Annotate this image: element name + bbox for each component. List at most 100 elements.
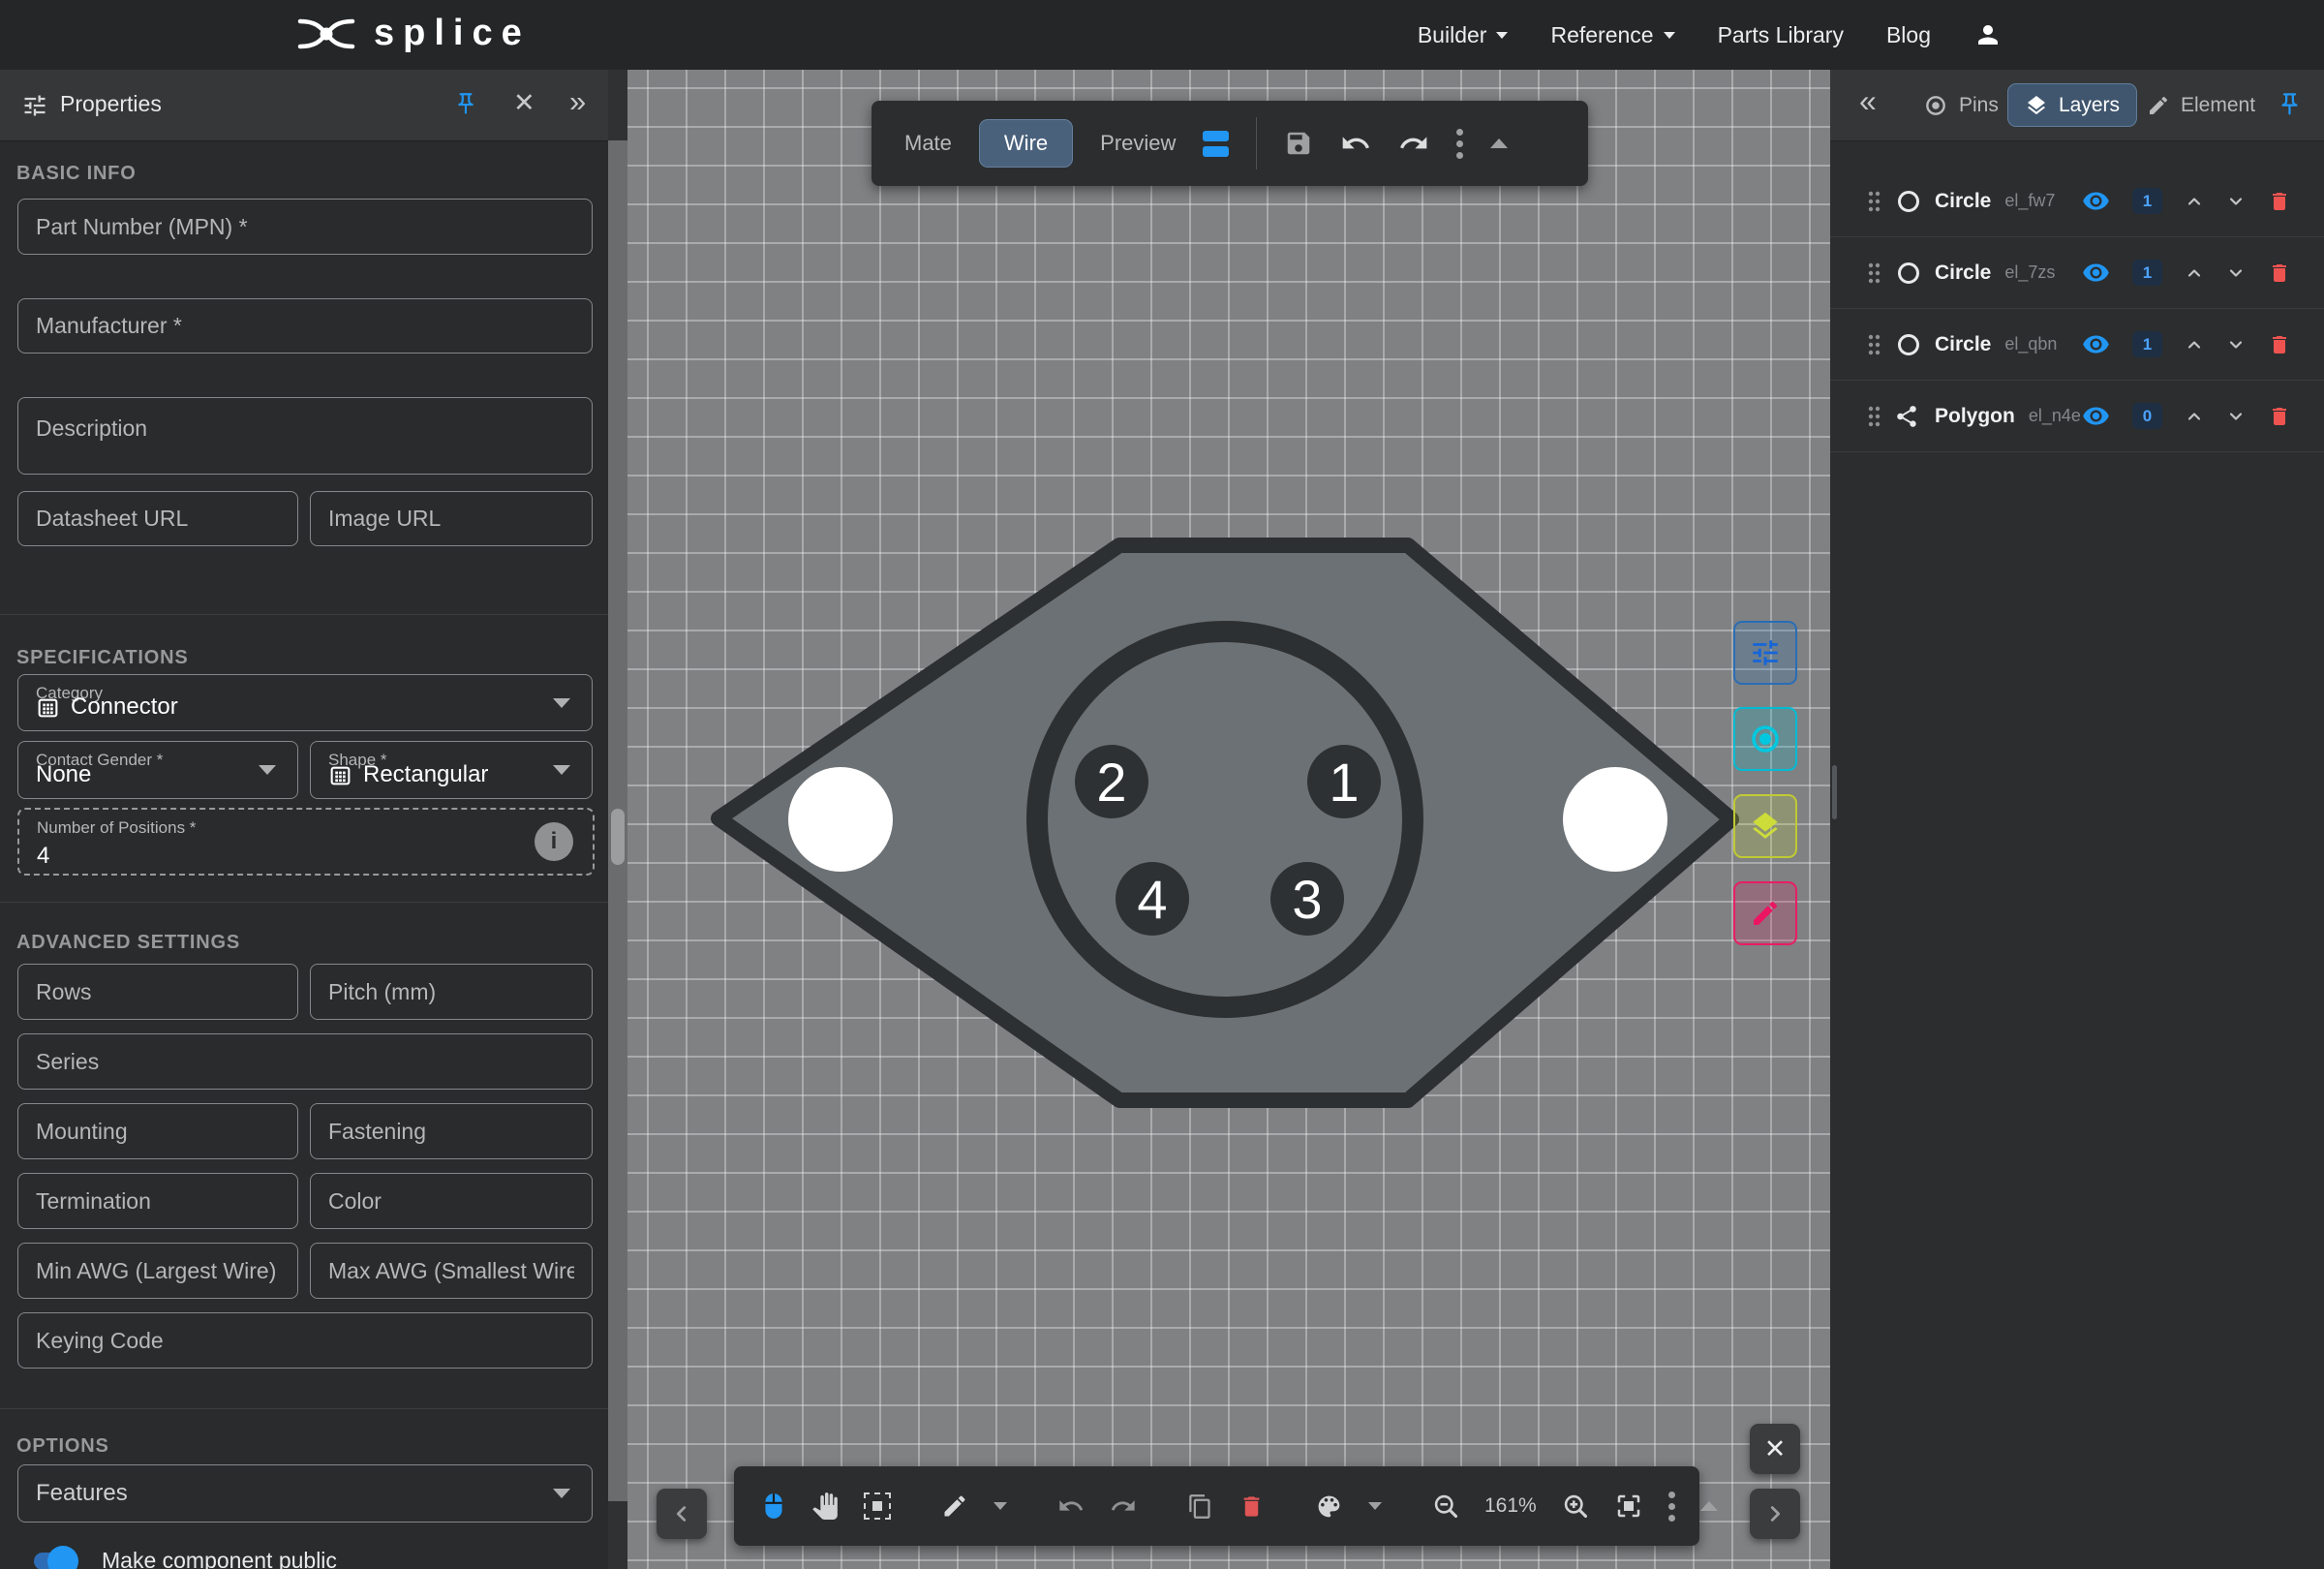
pin-count-badge[interactable]: 1 xyxy=(2132,188,2162,214)
drag-handle-icon[interactable] xyxy=(1865,261,1882,286)
rows-input[interactable] xyxy=(18,965,297,1019)
select-tool-button[interactable] xyxy=(761,1492,786,1521)
collapse-panel-icon[interactable]: « xyxy=(1859,83,1877,119)
pin-count-badge[interactable]: 0 xyxy=(2132,403,2162,429)
color-field[interactable] xyxy=(310,1173,593,1229)
datasheet-url-field[interactable] xyxy=(17,491,298,546)
trash-icon[interactable] xyxy=(2268,333,2291,356)
tab-layers[interactable]: Layers xyxy=(2007,83,2137,127)
draw-tool-caret[interactable] xyxy=(994,1502,1007,1510)
float-layers-button[interactable] xyxy=(1733,794,1797,858)
visibility-eye-icon[interactable] xyxy=(2082,330,2110,358)
zoom-level[interactable]: 161% xyxy=(1484,1494,1537,1518)
mounting-field[interactable] xyxy=(17,1103,298,1159)
move-up-icon[interactable] xyxy=(2185,407,2204,426)
pitch-field[interactable] xyxy=(310,964,593,1020)
pan-tool-button[interactable] xyxy=(811,1492,839,1520)
series-field[interactable] xyxy=(17,1033,593,1090)
nav-blog[interactable]: Blog xyxy=(1886,22,1931,48)
trash-icon[interactable] xyxy=(2268,405,2291,428)
fit-view-button[interactable] xyxy=(1614,1492,1643,1521)
pitch-input[interactable] xyxy=(311,965,592,1019)
move-up-icon[interactable] xyxy=(2185,335,2204,354)
mode-preview[interactable]: Preview xyxy=(1100,131,1176,156)
drag-handle-icon[interactable] xyxy=(1865,189,1882,214)
redo-button[interactable] xyxy=(1110,1492,1137,1520)
brand-logo[interactable]: splice xyxy=(296,13,531,54)
mounting-input[interactable] xyxy=(18,1104,297,1158)
keying-code-input[interactable] xyxy=(18,1313,592,1368)
visibility-eye-icon[interactable] xyxy=(2082,187,2110,215)
image-url-field[interactable] xyxy=(310,491,593,546)
more-options-icon[interactable] xyxy=(1668,1492,1675,1522)
float-pins-button[interactable] xyxy=(1733,707,1797,771)
save-button[interactable] xyxy=(1284,129,1313,158)
pin-count-badge[interactable]: 1 xyxy=(2132,260,2162,286)
trash-icon[interactable] xyxy=(2268,190,2291,213)
min-awg-field[interactable] xyxy=(17,1243,298,1299)
positions-input[interactable] xyxy=(19,843,513,870)
undo-button[interactable] xyxy=(1057,1492,1085,1520)
redo-button[interactable] xyxy=(1398,128,1429,159)
zoom-out-button[interactable] xyxy=(1432,1492,1459,1520)
duplicate-button[interactable] xyxy=(1187,1493,1213,1520)
drag-handle-icon[interactable] xyxy=(1865,332,1882,357)
more-options-icon[interactable] xyxy=(1456,129,1463,159)
color-input[interactable] xyxy=(311,1174,592,1228)
features-select[interactable]: Features xyxy=(17,1464,593,1523)
datasheet-url-input[interactable] xyxy=(18,492,297,545)
nav-reference[interactable]: Reference xyxy=(1550,22,1674,48)
max-awg-input[interactable] xyxy=(311,1244,592,1298)
close-panel-icon[interactable]: ✕ xyxy=(513,88,535,118)
positions-field[interactable]: Number of Positions * i xyxy=(17,808,595,876)
manufacturer-field[interactable] xyxy=(17,298,593,354)
connector-face-circle[interactable] xyxy=(1037,631,1413,1007)
zoom-in-button[interactable] xyxy=(1562,1492,1589,1520)
pin-panel-icon[interactable] xyxy=(453,91,478,116)
panel-scrollbar-thumb[interactable] xyxy=(611,809,625,865)
layer-row-circle-el_qbn[interactable]: Circle el_qbn 1 xyxy=(1830,309,2324,381)
part-number-field[interactable] xyxy=(17,199,593,255)
editor-canvas[interactable]: 2 1 4 3 Mate Wire Preview xyxy=(627,70,1830,1569)
contact-gender-select[interactable]: Contact Gender * None xyxy=(17,741,298,799)
collapse-toolbar-icon[interactable] xyxy=(1700,1501,1718,1511)
layer-row-polygon-el_n4e[interactable]: Polygon el_n4e 0 xyxy=(1830,381,2324,452)
layer-row-circle-el_7zs[interactable]: Circle el_7zs 1 xyxy=(1830,237,2324,309)
collapse-toolbar-icon[interactable] xyxy=(1490,138,1508,148)
mode-mate[interactable]: Mate xyxy=(904,131,952,156)
right-panel-resize-handle[interactable] xyxy=(1832,765,1837,819)
close-canvas-button[interactable]: ✕ xyxy=(1750,1424,1800,1474)
fastening-field[interactable] xyxy=(310,1103,593,1159)
layer-row-circle-el_fw7[interactable]: Circle el_fw7 1 xyxy=(1830,166,2324,237)
min-awg-input[interactable] xyxy=(18,1244,297,1298)
series-input[interactable] xyxy=(18,1034,592,1089)
tab-pins[interactable]: Pins xyxy=(1923,70,1999,140)
move-down-icon[interactable] xyxy=(2226,407,2246,426)
collapse-panel-icon[interactable]: » xyxy=(569,84,586,119)
mode-wire[interactable]: Wire xyxy=(979,119,1073,168)
info-icon[interactable]: i xyxy=(535,822,573,861)
description-input[interactable] xyxy=(18,398,592,474)
prev-view-button[interactable] xyxy=(657,1489,707,1539)
drag-handle-icon[interactable] xyxy=(1865,404,1882,429)
appearance-caret[interactable] xyxy=(1368,1502,1382,1510)
part-number-input[interactable] xyxy=(18,200,592,254)
manufacturer-input[interactable] xyxy=(18,299,592,353)
undo-button[interactable] xyxy=(1340,128,1371,159)
visibility-eye-icon[interactable] xyxy=(2082,402,2110,430)
mounting-hole-right[interactable] xyxy=(1563,767,1667,872)
move-up-icon[interactable] xyxy=(2185,263,2204,283)
termination-input[interactable] xyxy=(18,1174,297,1228)
max-awg-field[interactable] xyxy=(310,1243,593,1299)
public-toggle[interactable] xyxy=(34,1553,75,1569)
float-element-button[interactable] xyxy=(1733,881,1797,945)
appearance-button[interactable] xyxy=(1315,1492,1343,1521)
termination-field[interactable] xyxy=(17,1173,298,1229)
move-up-icon[interactable] xyxy=(2185,192,2204,211)
nav-parts-library[interactable]: Parts Library xyxy=(1718,22,1844,48)
tab-element[interactable]: Element xyxy=(2147,70,2255,140)
category-select[interactable]: Category Connector xyxy=(17,674,593,731)
view-split-icon[interactable] xyxy=(1203,131,1229,157)
fastening-input[interactable] xyxy=(311,1104,592,1158)
float-properties-button[interactable] xyxy=(1733,621,1797,685)
